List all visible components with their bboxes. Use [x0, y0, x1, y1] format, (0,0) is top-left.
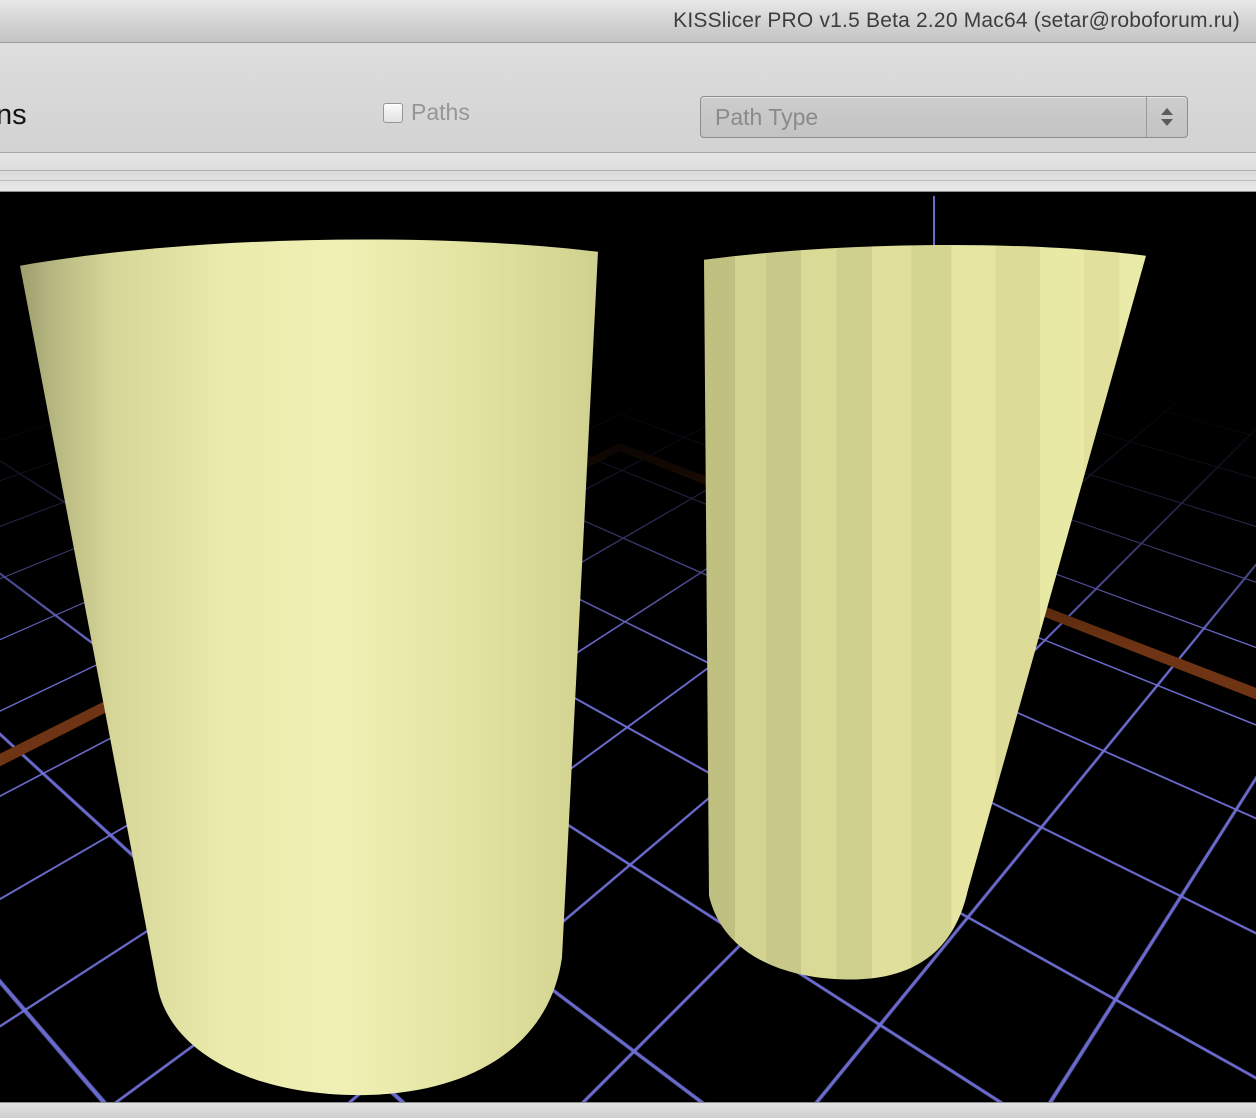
stepper-arrows-icon[interactable]: [1146, 97, 1187, 137]
toolbar: ns Paths Path Type: [0, 43, 1256, 153]
models-layer: [0, 192, 1256, 1102]
app-window: KISSlicer PRO v1.5 Beta 2.20 Mac64 (seta…: [0, 0, 1256, 1118]
path-type-select[interactable]: Path Type: [700, 96, 1188, 138]
toolbar-left-label-cropped: ns: [0, 99, 27, 132]
paths-checkbox-group[interactable]: Paths: [383, 99, 470, 126]
paths-checkbox[interactable]: [383, 103, 403, 123]
3d-viewport[interactable]: [0, 192, 1256, 1102]
path-type-select-value: Path Type: [701, 104, 1146, 131]
toolbar-separator: [0, 153, 1256, 192]
left-cone-model[interactable]: [20, 239, 598, 1095]
titlebar[interactable]: KISSlicer PRO v1.5 Beta 2.20 Mac64 (seta…: [0, 0, 1256, 43]
window-title: KISSlicer PRO v1.5 Beta 2.20 Mac64 (seta…: [673, 0, 1240, 42]
arrow-down-icon: [1161, 119, 1173, 126]
arrow-up-icon: [1161, 108, 1173, 115]
paths-checkbox-label: Paths: [411, 99, 470, 126]
right-cone-model[interactable]: [704, 245, 1146, 980]
bottom-strip: [0, 1102, 1256, 1118]
